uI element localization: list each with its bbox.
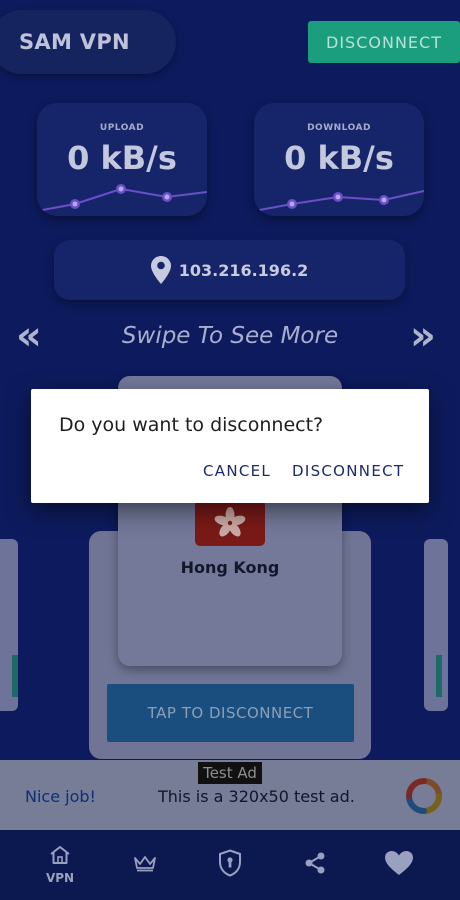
download-graph <box>254 190 424 212</box>
download-value: 0 kB/s <box>284 139 394 177</box>
dialog-disconnect-button[interactable]: DISCONNECT <box>292 462 404 480</box>
prev-server-card[interactable] <box>0 539 18 711</box>
upload-value: 0 kB/s <box>67 139 177 177</box>
nav-item-share[interactable] <box>295 830 335 900</box>
shield-icon <box>218 849 242 881</box>
share-icon <box>303 851 327 879</box>
nav-item-favorites[interactable] <box>378 830 420 900</box>
upload-label: UPLOAD <box>99 123 145 133</box>
next-server-card[interactable] <box>424 539 448 711</box>
hong-kong-flag-icon <box>195 500 265 546</box>
nav-label-vpn: VPN <box>45 871 75 885</box>
ad-logo-icon <box>405 777 443 819</box>
crown-icon <box>133 854 157 876</box>
home-icon <box>49 845 71 869</box>
tap-to-disconnect-button[interactable]: TAP TO DISCONNECT <box>107 684 354 742</box>
double-chevron-right-icon[interactable]: » <box>410 316 436 356</box>
app-title: SAM VPN <box>19 30 130 54</box>
app-title-pill: SAM VPN <box>0 10 176 74</box>
dialog-message: Do you want to disconnect? <box>59 414 324 436</box>
heart-icon <box>384 850 414 880</box>
nav-item-security[interactable] <box>210 830 250 900</box>
upload-stat-card: UPLOAD 0 kB/s <box>37 103 207 216</box>
ad-text[interactable]: This is a 320x50 test ad. <box>158 787 355 806</box>
bottom-navigation: VPN <box>0 830 460 900</box>
disconnect-dialog: Do you want to disconnect? CANCEL DISCON… <box>31 389 429 503</box>
ip-address: 103.216.196.2 <box>178 260 309 280</box>
download-label: DOWNLOAD <box>307 123 371 133</box>
ip-address-box: 103.216.196.2 <box>54 240 405 300</box>
nav-item-premium[interactable] <box>125 830 165 900</box>
nav-item-vpn[interactable]: VPN <box>30 830 90 900</box>
server-country: Hong Kong <box>180 558 280 577</box>
location-pin-icon <box>150 256 171 284</box>
swipe-hint: Swipe To See More <box>121 323 339 349</box>
header-disconnect-button[interactable]: DISCONNECT <box>308 21 460 63</box>
dialog-cancel-button[interactable]: CANCEL <box>203 462 271 480</box>
vpn-app-screen: SAM VPN DISCONNECT UPLOAD 0 kB/s DOWNLOA… <box>0 0 460 900</box>
download-stat-card: DOWNLOAD 0 kB/s <box>254 103 424 216</box>
ad-label: Test Ad <box>198 762 262 784</box>
upload-graph <box>37 184 207 212</box>
ad-headline[interactable]: Nice job! <box>25 787 96 806</box>
